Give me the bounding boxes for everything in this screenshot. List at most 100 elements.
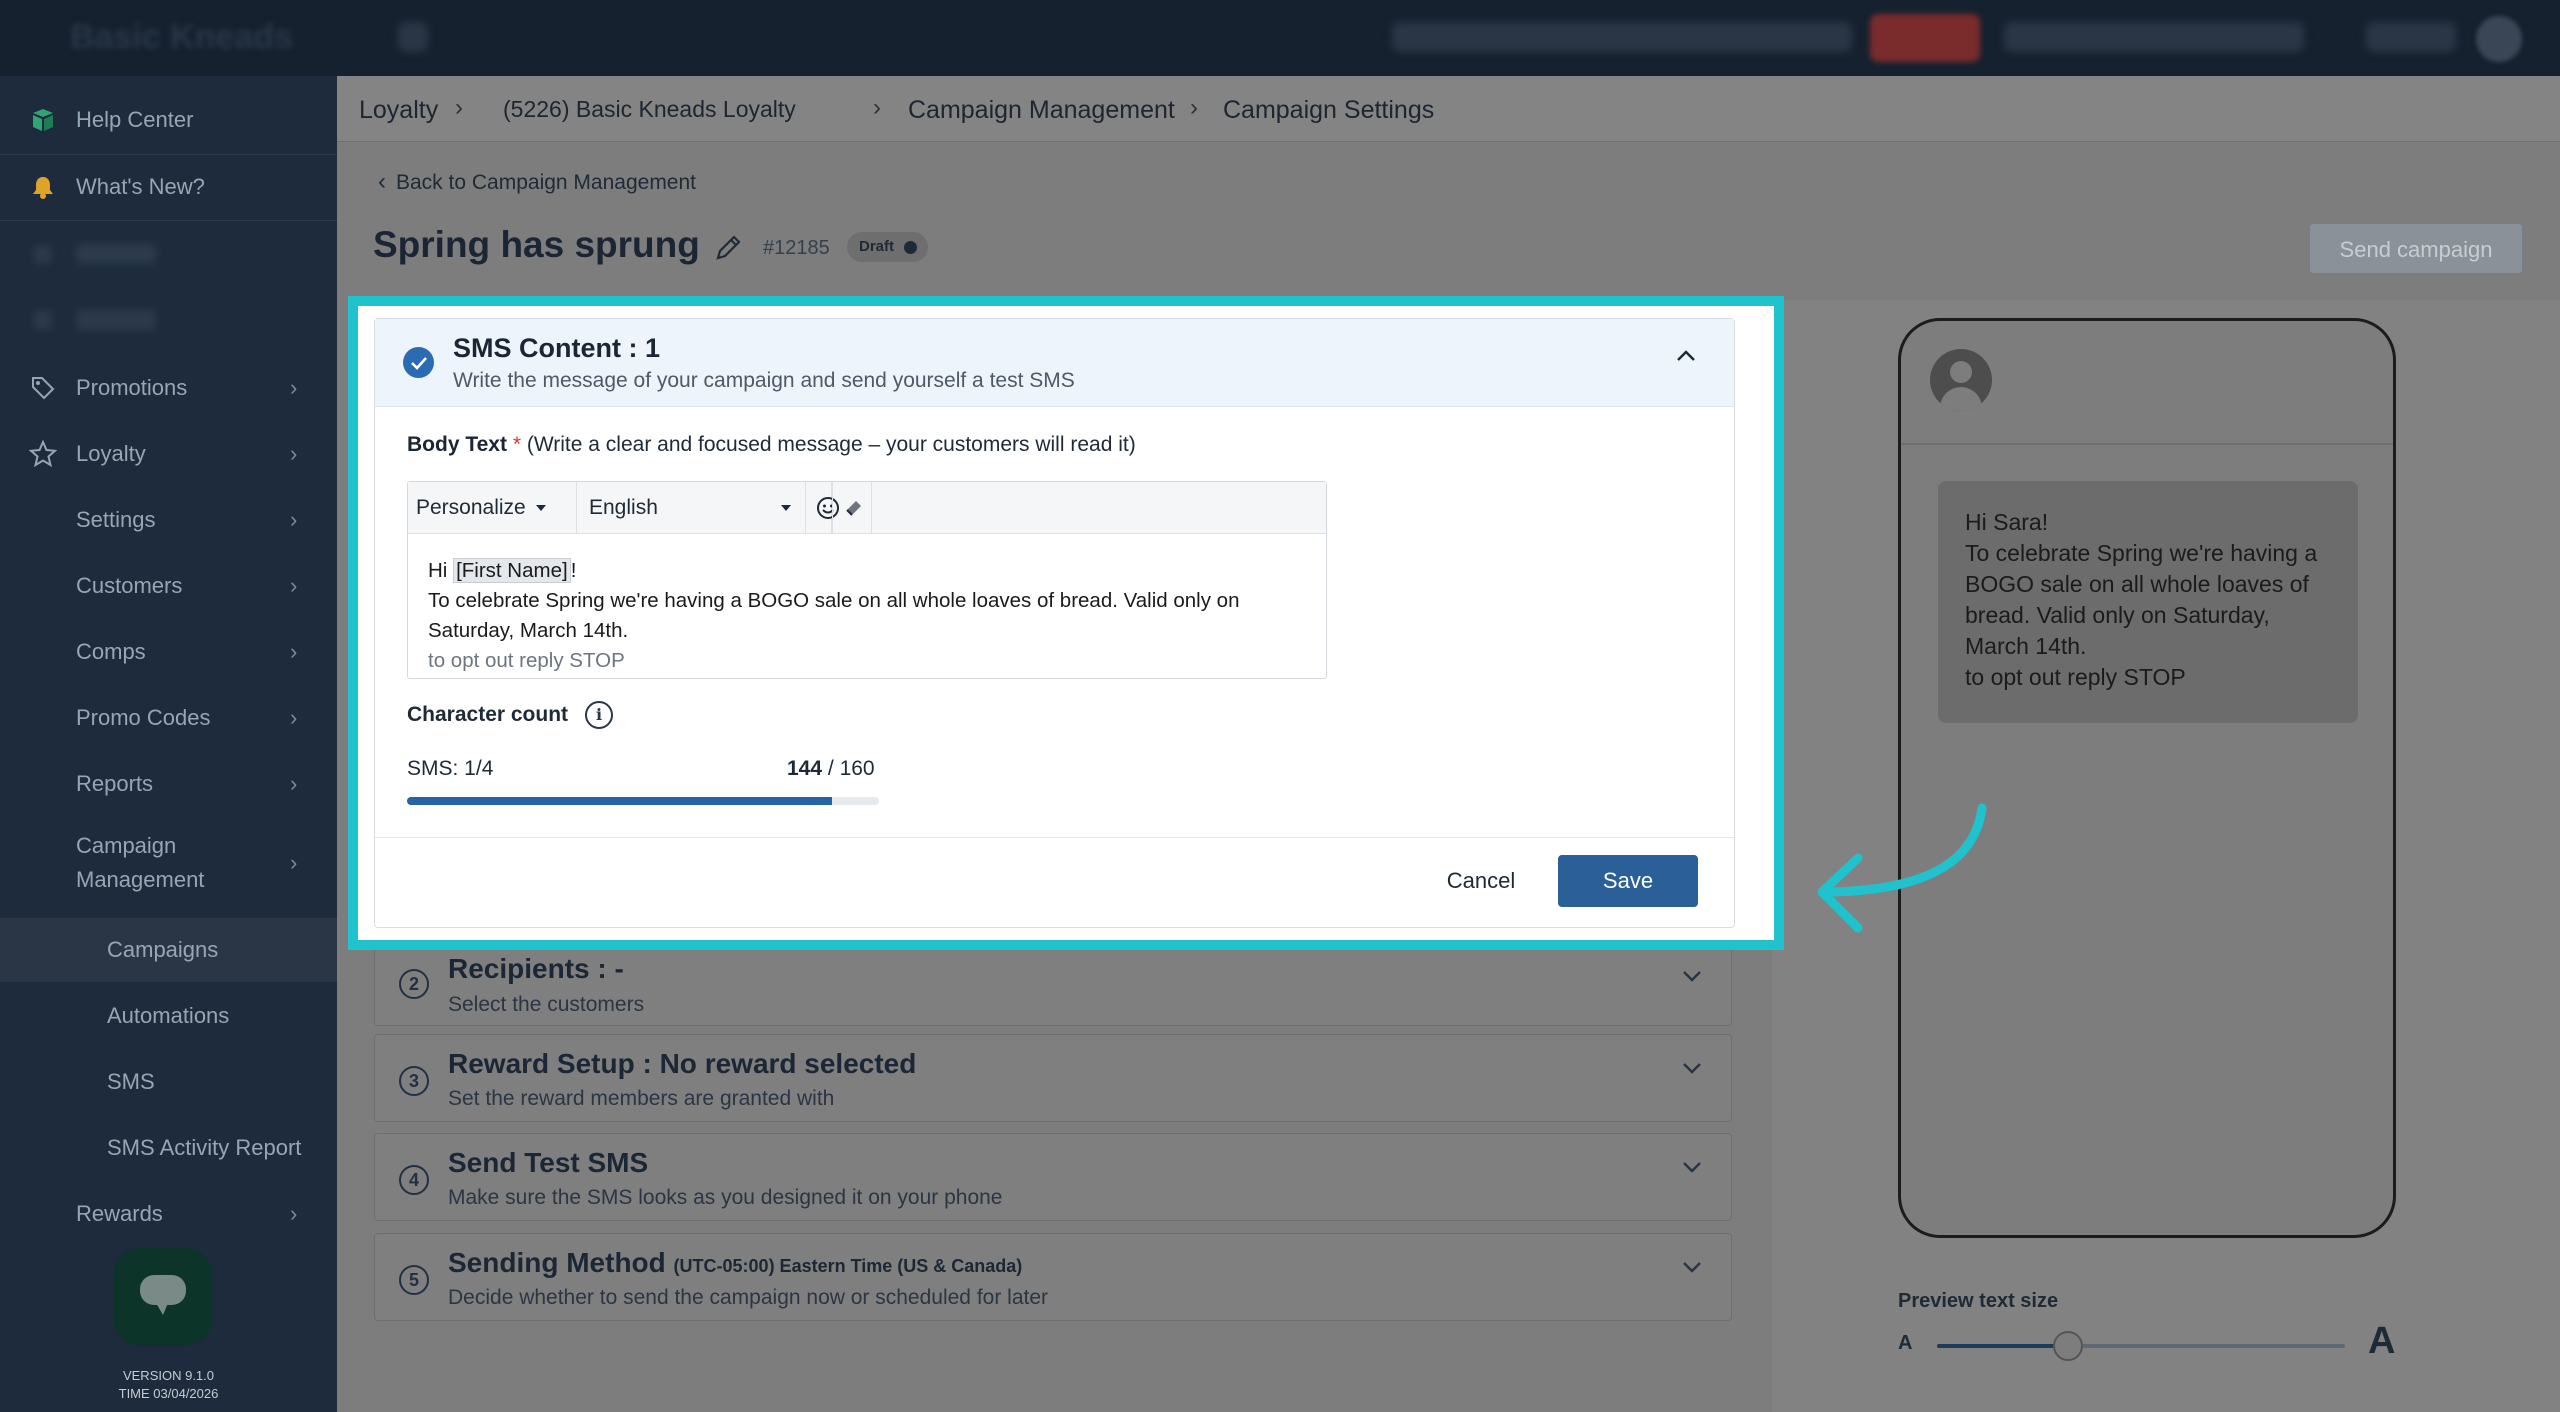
sidebar-item-blurred[interactable] — [0, 222, 337, 286]
cancel-button[interactable]: Cancel — [1431, 855, 1531, 907]
sidebar-item-label: Loyalty — [76, 441, 146, 466]
chevron-down-icon[interactable] — [1681, 1160, 1703, 1179]
sidebar-item-blurred[interactable] — [0, 288, 337, 352]
sidebar-item-label: Help Center — [76, 107, 194, 132]
back-link-label: Back to Campaign Management — [396, 171, 696, 194]
sidebar-item-loyalty[interactable]: Loyalty › — [0, 422, 337, 486]
status-dot — [904, 241, 918, 254]
preview-line: To celebrate Spring we're having a BOGO … — [1965, 540, 2318, 659]
sidebar-item-help-center[interactable]: Help Center — [0, 88, 337, 152]
text-size-slider[interactable] — [1937, 1331, 2345, 1361]
emoji-button[interactable] — [806, 482, 839, 534]
section-send-test-sms[interactable]: 4 Send Test SMS Make sure the SMS looks … — [374, 1133, 1732, 1221]
sidebar-item-settings[interactable]: Settings › — [0, 488, 337, 552]
sidebar-item-promo-codes[interactable]: Promo Codes › — [0, 686, 337, 750]
greeting-text: Hi — [428, 559, 448, 582]
chevron-right-icon: › — [290, 705, 298, 730]
chevron-up-icon[interactable] — [1675, 349, 1697, 368]
sidebar-item-promotions[interactable]: Promotions › — [0, 356, 337, 420]
chat-bubble-icon — [138, 1273, 188, 1322]
blurred-nav-icons[interactable] — [2004, 22, 2304, 52]
greeting-line: Hi [First Name]! — [428, 556, 1308, 586]
sidebar-item-automations[interactable]: Automations — [0, 984, 337, 1048]
chevron-right-icon: › — [290, 441, 298, 466]
blurred-user-name[interactable] — [2366, 22, 2456, 52]
sms-content-header[interactable]: SMS Content : 1 Write the message of you… — [375, 319, 1734, 407]
character-count-label: Character count — [407, 703, 569, 726]
required-mark: * — [512, 433, 521, 456]
body-text-title: Body Text — [407, 433, 507, 456]
save-button[interactable]: Save — [1558, 855, 1698, 907]
personalize-dropdown[interactable]: Personalize — [408, 482, 577, 534]
slider-thumb[interactable] — [2052, 1331, 2083, 1361]
blurred-menu-icon[interactable] — [398, 22, 428, 52]
language-select[interactable]: English — [577, 482, 806, 534]
chevron-down-icon[interactable] — [1681, 1260, 1703, 1279]
chevron-right-icon: › — [290, 850, 298, 875]
section-title: Sending Method (UTC-05:00) Eastern Time … — [448, 1247, 1022, 1279]
contact-avatar-icon — [1930, 349, 1992, 411]
sidebar-item-label: Settings — [76, 507, 156, 532]
caret-down-icon — [535, 505, 546, 511]
section-reward-setup[interactable]: 3 Reward Setup : No reward selected Set … — [374, 1034, 1732, 1122]
back-link[interactable]: ‹ Back to Campaign Management — [378, 168, 696, 196]
section-subtitle: Decide whether to send the campaign now … — [448, 1286, 1049, 1309]
brand-logo[interactable]: Basic Kneads — [70, 18, 293, 57]
breadcrumb-campaign-management[interactable]: Campaign Management — [908, 96, 1175, 125]
breadcrumb: Loyalty › (5226) Basic Kneads Loyalty › … — [337, 76, 2560, 142]
chat-button[interactable] — [114, 1248, 212, 1346]
chevron-right-icon: › — [290, 1201, 298, 1226]
sms-editor[interactable]: Personalize English Hi [First Name]! To … — [407, 481, 1327, 679]
step-number: 4 — [399, 1165, 429, 1195]
chars-used: 144 — [787, 757, 823, 780]
section-subtitle: Make sure the SMS looks as you designed … — [448, 1186, 1003, 1209]
section-sending-method[interactable]: 5 Sending Method (UTC-05:00) Eastern Tim… — [374, 1233, 1732, 1321]
sidebar-item-comps[interactable]: Comps › — [0, 620, 337, 684]
chevron-right-icon: › — [290, 639, 298, 664]
editor-toolbar: Personalize English — [408, 482, 1326, 534]
sidebar-item-rewards[interactable]: Rewards › — [0, 1182, 337, 1246]
blurred-alert-button[interactable] — [1870, 14, 1980, 62]
pencil-icon[interactable] — [714, 232, 744, 267]
chevron-right-icon: › — [290, 507, 298, 532]
sidebar-item-label: SMS Activity Report — [107, 1135, 302, 1160]
sidebar-item-label: Campaigns — [107, 937, 219, 962]
breadcrumb-program[interactable]: (5226) Basic Kneads Loyalty — [503, 96, 796, 123]
section-title-text: Sending Method — [448, 1247, 666, 1278]
info-icon[interactable]: i — [585, 701, 613, 729]
sidebar-item-sms[interactable]: SMS — [0, 1050, 337, 1114]
chars-separator: / — [822, 757, 840, 780]
first-name-tag[interactable]: [First Name] — [453, 558, 571, 583]
section-subtitle: Select the customers — [448, 993, 645, 1016]
sidebar-item-campaigns[interactable]: Campaigns — [0, 918, 337, 982]
divider — [1901, 443, 2393, 445]
blurred-location-selector[interactable] — [1392, 22, 1852, 52]
chars-limit: 160 — [839, 757, 875, 780]
sidebar-item-label: Promo Codes — [76, 705, 211, 730]
personalize-label: Personalize — [416, 496, 526, 519]
time-label: TIME 03/04/2026 — [118, 1386, 219, 1401]
breadcrumb-loyalty[interactable]: Loyalty — [359, 96, 438, 125]
sidebar-item-label: Campaign Management — [76, 833, 205, 892]
sidebar-item-label: Reports — [76, 771, 154, 796]
clear-format-button[interactable] — [832, 482, 872, 534]
sms-preview-bubble: Hi Sara! To celebrate Spring we're havin… — [1938, 481, 2358, 723]
sidebar-item-label: Rewards — [76, 1201, 163, 1226]
chevron-down-icon[interactable] — [1681, 969, 1703, 988]
editor-content[interactable]: Hi [First Name]! To celebrate Spring we'… — [428, 556, 1308, 676]
sidebar-item-label: What's New? — [76, 174, 205, 199]
version-label: VERSION 9.1.0 — [122, 1368, 215, 1383]
chevron-down-icon[interactable] — [1681, 1061, 1703, 1080]
send-campaign-button[interactable]: Send campaign — [2309, 223, 2523, 274]
sidebar-item-customers[interactable]: Customers › — [0, 554, 337, 618]
user-avatar[interactable] — [2476, 16, 2522, 62]
sidebar-item-label: SMS — [107, 1069, 155, 1094]
top-bar: Basic Kneads — [0, 0, 2560, 76]
sidebar-item-whats-new[interactable]: What's New? — [0, 155, 337, 219]
sidebar-item-sms-activity-report[interactable]: SMS Activity Report — [0, 1116, 337, 1180]
sidebar: Help Center What's New? Promotions › Loy… — [0, 76, 337, 1412]
phone-preview: Hi Sara! To celebrate Spring we're havin… — [1898, 318, 2396, 1238]
sidebar-item-campaign-management[interactable]: Campaign Management › — [0, 818, 337, 908]
check-circle-icon — [403, 347, 434, 378]
sidebar-item-reports[interactable]: Reports › — [0, 752, 337, 816]
